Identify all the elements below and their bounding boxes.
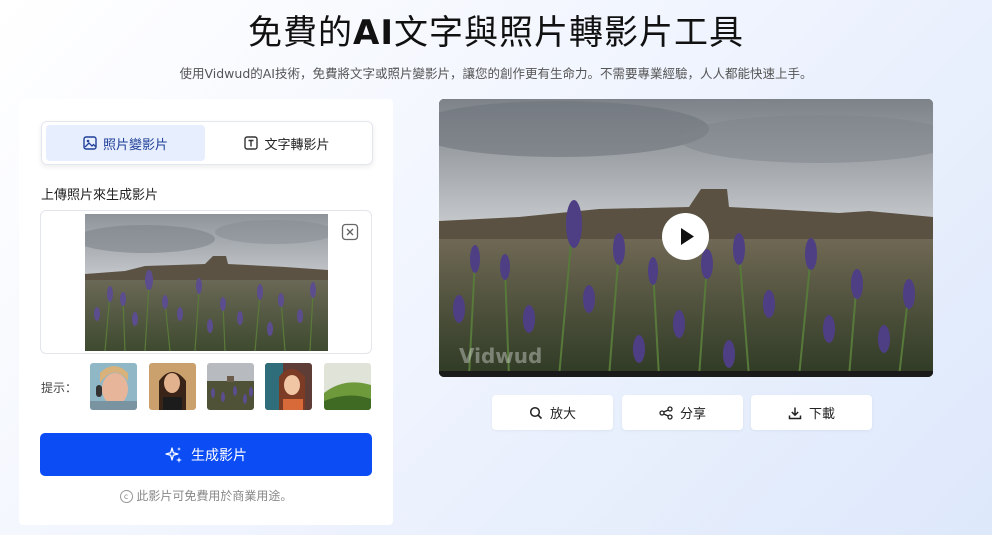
sample-thumbnail-woman-portrait[interactable]	[149, 363, 196, 410]
sample-thumbnail-woman-headphones[interactable]	[90, 363, 137, 410]
play-button[interactable]	[662, 213, 709, 260]
download-label: 下載	[808, 407, 835, 422]
magnifier-icon	[529, 406, 543, 419]
text-icon	[244, 136, 259, 150]
download-button[interactable]: 下載	[751, 395, 872, 430]
generate-label: 生成影片	[191, 447, 247, 464]
sample-thumbnail-anime-girl[interactable]	[265, 363, 312, 410]
uploaded-image	[85, 214, 328, 351]
copyright-icon: c	[119, 490, 133, 503]
watermark: Vidwud	[459, 344, 543, 368]
download-icon	[788, 407, 802, 419]
generate-video-button[interactable]: 生成影片	[40, 433, 372, 476]
sparkle-icon	[165, 446, 182, 463]
share-label: 分享	[679, 407, 706, 422]
tab-photo-to-video[interactable]: 照片變影片	[46, 125, 205, 161]
page-title: 免費的AI文字與照片轉影片工具	[248, 13, 744, 53]
tab-label: 照片變影片	[102, 137, 168, 153]
tab-text-to-video[interactable]: 文字轉影片	[207, 125, 367, 161]
share-icon	[659, 405, 673, 420]
sample-thumbnail-lavender-field[interactable]	[207, 363, 254, 410]
mode-tabs: 照片變影片 文字轉影片	[41, 121, 373, 165]
upload-area[interactable]	[40, 210, 372, 354]
image-icon	[83, 136, 97, 150]
zoom-button[interactable]: 放大	[492, 395, 613, 430]
upload-label: 上傳照片來生成影片	[41, 188, 159, 203]
hint-label: 提示：	[41, 381, 78, 395]
page-subtitle: 使用Vidwud的AI技術，免費將文字或照片變影片，讓您的創作更有生命力。不需要…	[179, 66, 813, 81]
tab-label: 文字轉影片	[264, 137, 330, 153]
commercial-use-note: c 此影片可免費用於商業用途。	[19, 487, 393, 504]
remove-image-button[interactable]	[341, 223, 359, 241]
close-icon	[341, 223, 359, 241]
zoom-label: 放大	[549, 407, 576, 422]
play-icon	[681, 228, 694, 245]
generator-panel: 照片變影片 文字轉影片 上傳照片來生成影片 提示： 生成影片 c 此影片可免費用…	[19, 99, 393, 525]
sample-thumbnail-green-hills[interactable]	[324, 363, 371, 410]
share-button[interactable]: 分享	[622, 395, 743, 430]
video-preview[interactable]: Vidwud	[439, 99, 933, 377]
